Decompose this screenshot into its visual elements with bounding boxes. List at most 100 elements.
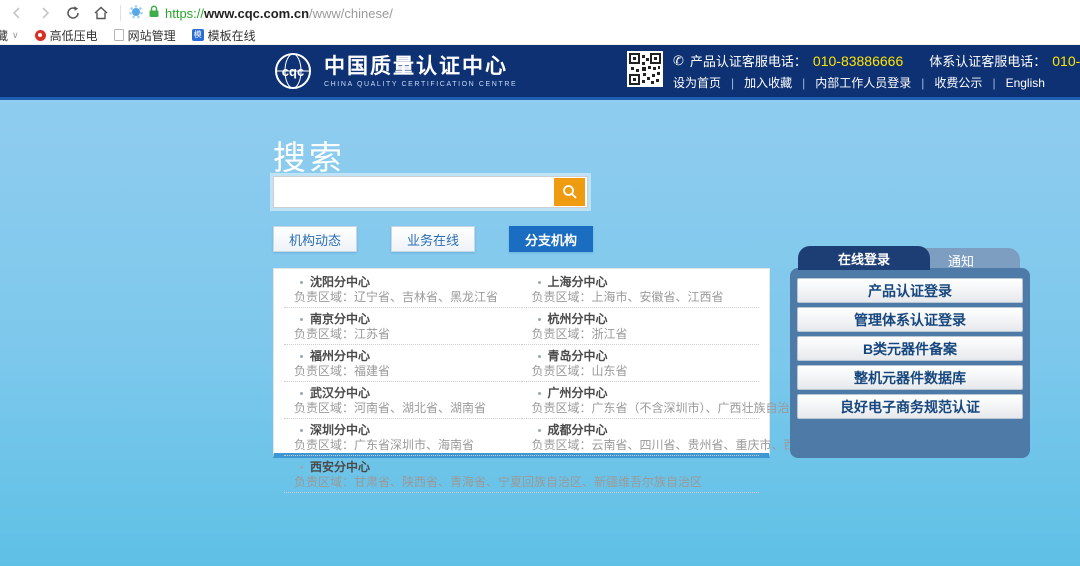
tab-online-business[interactable]: 业务在线: [391, 226, 475, 252]
link-set-homepage[interactable]: 设为首页: [673, 74, 721, 91]
url-scheme: https://: [165, 6, 204, 21]
link-english[interactable]: English: [982, 76, 1044, 90]
bookmark-gaodiyadian[interactable]: 高低压电: [35, 27, 98, 44]
branch-name[interactable]: 成都分中心: [522, 423, 760, 437]
search-input[interactable]: [274, 177, 554, 207]
branch-panel: 沈阳分中心 负责区域：辽宁省、吉林省、黑龙江省 南京分中心 负责区域：江苏省 福…: [273, 268, 770, 458]
ecommerce-cert-button[interactable]: 良好电子商务规范认证: [797, 394, 1023, 419]
favorites-label: 收藏: [0, 27, 8, 44]
header-right: ✆ 产品认证客服电话： 010-83886666 体系认证客服电话： 010-8…: [627, 51, 1080, 91]
chevron-down-icon: ∨: [12, 30, 19, 41]
site-name-en: CHINA QUALITY CERTIFICATION CENTRE: [324, 81, 517, 88]
branch-region: 负责区域：云南省、四川省、贵州省、重庆市、西藏自治区: [522, 438, 760, 452]
list-item: 福州分中心 负责区域：福建省: [284, 345, 522, 382]
cqc-logo[interactable]: cqc 中国质量认证中心 CHINA QUALITY CERTIFICATION…: [272, 51, 517, 91]
branch-region: 负责区域：广东省深圳市、海南省: [284, 438, 522, 452]
list-item: 武汉分中心 负责区域：河南省、湖北省、湖南省: [284, 382, 522, 419]
browser-toolbar: https://www.cqc.com.cn/www/chinese/: [0, 0, 1080, 26]
bookmark-site-admin[interactable]: 网站管理: [114, 27, 176, 44]
site-title-block: 中国质量认证中心 CHINA QUALITY CERTIFICATION CEN…: [324, 55, 517, 88]
list-item: 沈阳分中心 负责区域：辽宁省、吉林省、黑龙江省: [284, 271, 522, 308]
branch-name[interactable]: 深圳分中心: [284, 423, 522, 437]
list-item: 西安分中心 负责区域：甘肃省、陕西省、青海省、宁夏回族自治区、新疆维吾尔族自治区: [284, 456, 759, 493]
section-tabs: 机构动态 业务在线 分支机构: [273, 226, 593, 252]
site-header: cqc 中国质量认证中心 CHINA QUALITY CERTIFICATION…: [0, 45, 1080, 97]
branch-region: 负责区域：河南省、湖北省、湖南省: [284, 401, 522, 415]
link-fee-notice[interactable]: 收费公示: [911, 74, 982, 91]
phone-icon: ✆: [673, 53, 684, 69]
branch-region: 负责区域：浙江省: [522, 327, 760, 341]
system-phone-number: 010-83886608: [1052, 53, 1080, 69]
search-title: 搜索: [273, 131, 345, 179]
branch-name[interactable]: 武汉分中心: [284, 386, 522, 400]
screen: https://www.cqc.com.cn/www/chinese/ 收藏 ∨…: [0, 0, 1080, 566]
forward-icon[interactable]: [34, 4, 56, 22]
branch-region: 负责区域：福建省: [284, 364, 522, 378]
disc-icon: [35, 30, 46, 41]
bookmark-label: 网站管理: [128, 27, 176, 44]
toolbar-divider: [120, 5, 121, 21]
tab-online-login[interactable]: 在线登录: [798, 246, 930, 270]
link-staff-login[interactable]: 内部工作人员登录: [792, 74, 911, 91]
tab-branch-offices[interactable]: 分支机构: [509, 226, 593, 252]
cqc-globe-icon: cqc: [272, 51, 314, 91]
site-name-cn: 中国质量认证中心: [324, 55, 517, 79]
list-item: 杭州分中心 负责区域：浙江省: [522, 308, 760, 345]
favorites-menu[interactable]: 收藏 ∨: [0, 27, 19, 44]
search-icon: [562, 184, 578, 200]
branch-name[interactable]: 沈阳分中心: [284, 275, 522, 289]
bookmark-label: 模板在线: [208, 27, 256, 44]
branch-name[interactable]: 西安分中心: [284, 460, 759, 474]
machine-components-db-button[interactable]: 整机元器件数据库: [797, 365, 1023, 390]
qr-code: [627, 51, 663, 87]
product-phone-label: 产品认证客服电话：: [690, 51, 807, 70]
list-item: 成都分中心 负责区域：云南省、四川省、贵州省、重庆市、西藏自治区: [522, 419, 760, 456]
home-icon[interactable]: [90, 4, 112, 22]
management-system-login-button[interactable]: 管理体系认证登录: [797, 307, 1023, 332]
branch-region: 负责区域：江苏省: [284, 327, 522, 341]
service-phones: ✆ 产品认证客服电话： 010-83886666 体系认证客服电话： 010-8…: [673, 51, 1080, 70]
branch-name[interactable]: 广州分中心: [522, 386, 760, 400]
bookmarks-bar: 收藏 ∨ 高低压电 网站管理 模 模板在线: [0, 26, 1080, 45]
link-add-favorite[interactable]: 加入收藏: [721, 74, 792, 91]
tab-agency-news[interactable]: 机构动态: [273, 226, 357, 252]
branch-name[interactable]: 福州分中心: [284, 349, 522, 363]
class-b-components-button[interactable]: B类元器件备案: [797, 336, 1023, 361]
login-sidebar: 通知 在线登录 产品认证登录 管理体系认证登录 B类元器件备案 整机元器件数据库…: [790, 246, 1030, 458]
address-bar[interactable]: https://www.cqc.com.cn/www/chinese/: [129, 5, 393, 22]
branch-name[interactable]: 南京分中心: [284, 312, 522, 326]
branch-region: 负责区域：山东省: [522, 364, 760, 378]
template-icon: 模: [192, 29, 204, 41]
url-text: https://www.cqc.com.cn/www/chinese/: [165, 6, 393, 21]
svg-text:cqc: cqc: [282, 64, 304, 79]
branch-region: 负责区域：上海市、安徽省、江西省: [522, 290, 760, 304]
list-item: 上海分中心 负责区域：上海市、安徽省、江西省: [522, 271, 760, 308]
branch-name[interactable]: 青岛分中心: [522, 349, 760, 363]
url-domain: www.cqc.com.cn: [204, 6, 309, 21]
back-icon[interactable]: [6, 4, 28, 22]
list-item: 青岛分中心 负责区域：山东省: [522, 345, 760, 382]
page-icon: [114, 29, 124, 41]
product-cert-login-button[interactable]: 产品认证登录: [797, 278, 1023, 303]
search-box: [273, 176, 588, 208]
list-item: 南京分中心 负责区域：江苏省: [284, 308, 522, 345]
branch-region: 负责区域：甘肃省、陕西省、青海省、宁夏回族自治区、新疆维吾尔族自治区: [284, 475, 759, 489]
branch-column-right: 上海分中心 负责区域：上海市、安徽省、江西省 杭州分中心 负责区域：浙江省 青岛…: [522, 271, 760, 456]
branch-region: 负责区域：广东省（不含深圳市）、广西壮族自治区: [522, 401, 760, 415]
bookmark-label: 高低压电: [50, 27, 98, 44]
branch-region: 负责区域：辽宁省、吉林省、黑龙江省: [284, 290, 522, 304]
list-item: 深圳分中心 负责区域：广东省深圳市、海南省: [284, 419, 522, 456]
system-phone-label: 体系认证客服电话：: [929, 51, 1046, 70]
branch-name[interactable]: 杭州分中心: [522, 312, 760, 326]
product-phone-number: 010-83886666: [813, 53, 903, 69]
bookmark-template-online[interactable]: 模 模板在线: [192, 27, 256, 44]
search-button[interactable]: [554, 178, 585, 206]
header-links: 设为首页 加入收藏 内部工作人员登录 收费公示 English: [673, 74, 1080, 91]
login-panel: 产品认证登录 管理体系认证登录 B类元器件备案 整机元器件数据库 良好电子商务规…: [790, 268, 1030, 458]
refresh-icon[interactable]: [62, 4, 84, 22]
site-extension-icon[interactable]: [129, 5, 143, 22]
header-right-column: ✆ 产品认证客服电话： 010-83886666 体系认证客服电话： 010-8…: [673, 51, 1080, 91]
branch-column-left: 沈阳分中心 负责区域：辽宁省、吉林省、黑龙江省 南京分中心 负责区域：江苏省 福…: [284, 271, 522, 456]
list-item: 广州分中心 负责区域：广东省（不含深圳市）、广西壮族自治区: [522, 382, 760, 419]
branch-name[interactable]: 上海分中心: [522, 275, 760, 289]
